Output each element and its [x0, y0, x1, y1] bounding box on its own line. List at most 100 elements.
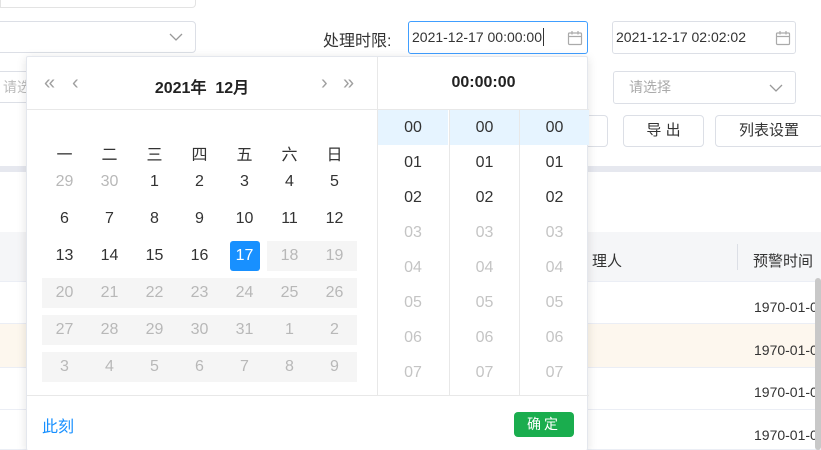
calendar-day-number: 1 [150, 173, 159, 190]
weekday-label: 五 [236, 147, 253, 164]
calendar-day: 18 [267, 241, 312, 271]
table-cell-alert-time: 1970-01-01 [754, 342, 821, 358]
vertical-scrollbar[interactable] [815, 278, 821, 450]
calendar-day-number: 26 [325, 284, 344, 301]
calendar-day[interactable]: 6 [42, 204, 87, 234]
export-button[interactable]: 导 出 [623, 115, 704, 147]
calendar-day: 25 [267, 278, 312, 308]
calendar-month[interactable]: 12月 [215, 80, 249, 97]
hour-column[interactable]: 00 01 02 03 04 05 06 07 [378, 110, 448, 395]
calendar-day-number: 5 [330, 173, 339, 190]
calendar-day-number: 7 [240, 358, 249, 375]
weekday-label: 二 [101, 147, 118, 164]
calendar-day[interactable]: 8 [132, 204, 177, 234]
calendar-day-selected[interactable]: 17 [222, 241, 267, 271]
calendar-day-number: 30 [190, 321, 209, 338]
picker-divider [27, 395, 589, 396]
filter-select-left[interactable] [0, 21, 196, 53]
second-option: 04 [545, 259, 564, 276]
calendar-day[interactable]: 9 [177, 204, 222, 234]
calendar-day[interactable]: 15 [132, 241, 177, 271]
chevron-down-icon [769, 84, 783, 92]
calendar-day: 29 [132, 315, 177, 345]
calendar-day[interactable]: 14 [87, 241, 132, 271]
calendar-day-number: 6 [195, 358, 204, 375]
table-cell-alert-time: 1970-01-01 [754, 384, 821, 400]
second-column[interactable]: 00 01 02 03 04 05 06 07 [519, 110, 589, 395]
calendar-day-number: 7 [105, 210, 114, 227]
minute-option[interactable]: 02 [450, 180, 519, 215]
calendar-day-number: 9 [195, 210, 204, 227]
minute-option[interactable]: 01 [450, 145, 519, 180]
second-option: 06 [545, 329, 564, 346]
calendar-day[interactable]: 7 [87, 204, 132, 234]
calendar-day-number: 2 [330, 321, 339, 338]
next-year-button[interactable]: » [343, 73, 354, 93]
minute-column[interactable]: 00 01 02 03 04 05 06 07 [449, 110, 519, 395]
hour-option[interactable]: 00 [378, 110, 448, 145]
calendar-day[interactable]: 13 [42, 241, 87, 271]
hour-option[interactable]: 01 [378, 145, 448, 180]
second-option: 03 [545, 224, 564, 241]
calendar-week-row: 20 21 22 23 24 25 26 [42, 274, 357, 311]
calendar-day: 2 [312, 315, 357, 345]
calendar-day-number: 13 [55, 247, 74, 264]
th-alert-time: 预警时间 [753, 253, 814, 270]
minute-option: 04 [475, 259, 494, 276]
calendar-day-number: 9 [330, 358, 339, 375]
deadline-label: 处理时限: [323, 33, 392, 50]
calendar-day-number: 24 [235, 284, 254, 301]
calendar-day[interactable]: 4 [267, 167, 312, 197]
filter-select-right-placeholder: 请选择 [629, 79, 671, 95]
time-title: 00:00:00 [451, 74, 516, 91]
calendar-day[interactable]: 12 [312, 204, 357, 234]
calendar-day[interactable]: 30 [87, 167, 132, 197]
calendar-day-number: 15 [145, 247, 164, 264]
calendar-day[interactable]: 11 [267, 204, 312, 234]
calendar-day: 23 [177, 278, 222, 308]
calendar-day-number: 16 [190, 247, 209, 264]
weekday-label: 日 [326, 147, 343, 164]
confirm-button[interactable]: 确定 [514, 412, 574, 437]
weekday-label: 六 [281, 147, 298, 164]
top-input-edge [0, 0, 196, 8]
calendar-day[interactable]: 10 [222, 204, 267, 234]
second-option[interactable]: 01 [520, 145, 589, 180]
calendar-day-number: 29 [55, 173, 74, 190]
calendar-day[interactable]: 29 [42, 167, 87, 197]
calendar-day-number: 20 [55, 284, 74, 301]
calendar-day-number: 4 [285, 173, 294, 190]
calendar-day-number: 2 [195, 173, 204, 190]
calendar-day-number: 8 [150, 210, 159, 227]
calendar-day: 24 [222, 278, 267, 308]
calendar-day: 8 [267, 352, 312, 382]
calendar-day[interactable]: 16 [177, 241, 222, 271]
calendar-year[interactable]: 2021年 [155, 80, 207, 97]
table-cell-alert-time: 1970-01-01 [754, 299, 821, 315]
list-settings-button[interactable]: 列表设置 [715, 115, 821, 147]
deadline-start-input[interactable]: 2021-12-17 00:00:00 [408, 21, 588, 54]
next-month-button[interactable]: › [321, 73, 328, 93]
calendar-day[interactable]: 5 [312, 167, 357, 197]
deadline-end-input[interactable]: 2021-12-17 02:02:02 [612, 21, 796, 54]
calendar-icon [775, 31, 791, 46]
calendar-day-number: 30 [100, 173, 119, 190]
calendar-day[interactable]: 2 [177, 167, 222, 197]
calendar-day[interactable]: 3 [222, 167, 267, 197]
now-link[interactable]: 此刻 [42, 413, 74, 437]
calendar-day[interactable]: 1 [132, 167, 177, 197]
hour-option[interactable]: 02 [378, 180, 448, 215]
text-caret [543, 28, 544, 46]
second-option[interactable]: 00 [520, 110, 589, 145]
deadline-end-value: 2021-12-17 02:02:02 [616, 29, 746, 45]
filter-select-right[interactable]: 请选择 [613, 71, 796, 104]
second-option[interactable]: 02 [520, 180, 589, 215]
calendar-day: 31 [222, 315, 267, 345]
calendar-day-number: 6 [60, 210, 69, 227]
calendar-day: 27 [42, 315, 87, 345]
calendar-week-row: 27 28 29 30 31 1 2 [42, 311, 357, 348]
minute-option[interactable]: 00 [450, 110, 519, 145]
calendar-day: 7 [222, 352, 267, 382]
calendar-week-row: 29 30 1 2 3 4 5 [42, 163, 357, 200]
calendar-day: 22 [132, 278, 177, 308]
